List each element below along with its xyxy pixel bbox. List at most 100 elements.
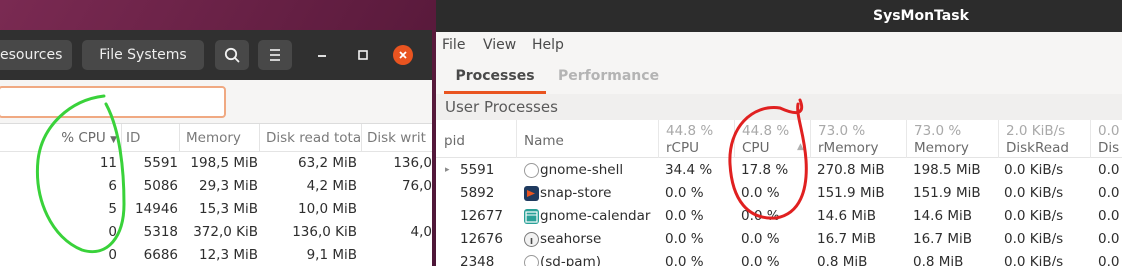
cell-disk-read: 136,0 KiB	[292, 224, 357, 240]
table-row[interactable]: 0 5318 372,0 KiB 136,0 KiB 4,0	[0, 221, 432, 244]
cell-disk-read: 4,2 MiB	[306, 178, 357, 194]
cell-diskread: 0.0 KiB/s	[1004, 231, 1064, 247]
cell-name: seahorse	[540, 231, 602, 247]
cell-cpu: 0	[108, 247, 117, 263]
cell-rcpu: 34.4 %	[665, 162, 713, 178]
cell-name: (sd-pam)	[540, 254, 602, 266]
window-title: SysMonTask	[873, 8, 969, 24]
close-button[interactable]	[393, 45, 413, 65]
minimize-button[interactable]	[312, 45, 332, 65]
cell-diskwrite: 0.0	[1098, 208, 1120, 224]
tab-processes[interactable]: Processes	[444, 58, 546, 94]
seahorse-icon	[524, 232, 539, 247]
process-table-header: pid Name 44.8 % rCPU 44.8 % CPU ▲ 73.0 %…	[436, 120, 1122, 158]
close-icon	[399, 51, 407, 59]
table-row[interactable]: 0 6686 12,3 MiB 9,1 MiB	[0, 244, 432, 266]
cell-disk-read: 10,0 MiB	[297, 201, 357, 217]
title-bar[interactable]: SysMonTask	[436, 0, 1122, 32]
column-diskwrite-total: 0.0	[1098, 123, 1120, 139]
hamburger-menu-icon	[270, 49, 280, 61]
cell-memory: 15,3 MiB	[198, 201, 258, 217]
menu-help[interactable]: Help	[532, 32, 564, 58]
header-bar: esources File Systems	[0, 30, 432, 80]
cell-cpu: 17.8 %	[741, 162, 789, 178]
cell-memory: 198,5 MiB	[190, 155, 258, 171]
column-diskread-label: DiskRead	[1006, 140, 1069, 156]
cell-pid: 5591	[460, 162, 495, 178]
column-rmemory-label: rMemory	[818, 140, 879, 156]
table-row[interactable]: 12676 seahorse 0.0 % 0.0 % 16.7 MiB 16.7…	[436, 228, 1122, 251]
table-row[interactable]: 5892 snap-store 0.0 % 0.0 % 151.9 MiB 15…	[436, 182, 1122, 205]
column-cpu-total: 44.8 %	[742, 123, 790, 139]
tab-file-systems[interactable]: File Systems	[82, 40, 204, 70]
cell-diskwrite: 0.0	[1098, 254, 1120, 266]
column-id[interactable]: ID	[122, 124, 180, 152]
column-pid[interactable]: pid	[436, 120, 516, 158]
cell-disk-write: 136,0	[393, 155, 432, 171]
menu-bar: File View Help	[436, 32, 1122, 58]
expand-arrow-icon[interactable]: ▸	[445, 159, 450, 182]
cell-name: gnome-shell	[540, 162, 624, 178]
column-disk-write[interactable]: Disk writ	[362, 124, 434, 152]
menu-file[interactable]: File	[442, 32, 465, 58]
process-table-header: % CPU ▼ ID Memory Disk read tota Disk wr…	[0, 124, 432, 152]
cell-rcpu: 0.0 %	[665, 231, 704, 247]
column-name[interactable]: Name	[516, 120, 658, 158]
table-row[interactable]: 12677 gnome-calendar 0.0 % 0.0 % 14.6 Mi…	[436, 205, 1122, 228]
search-input[interactable]	[0, 86, 226, 118]
sysmontask-window: SysMonTask File View Help Processes Perf…	[436, 0, 1122, 266]
column-rcpu-label: rCPU	[666, 140, 699, 156]
cell-cpu: 11	[99, 155, 117, 171]
column-disk-read[interactable]: Disk read tota	[260, 124, 362, 152]
cell-cpu: 6	[108, 178, 117, 194]
table-row[interactable]: 6 5086 29,3 MiB 4,2 MiB 76,0	[0, 175, 432, 198]
cell-diskread: 0.0 KiB/s	[1004, 208, 1064, 224]
search-bar	[0, 80, 432, 124]
table-row[interactable]: 5 14946 15,3 MiB 10,0 MiB	[0, 198, 432, 221]
search-button[interactable]	[215, 40, 249, 70]
column-memory[interactable]: Memory	[180, 124, 260, 152]
cell-pid: 12677	[460, 208, 503, 224]
column-cpu[interactable]: % CPU ▼	[0, 124, 122, 152]
column-memory[interactable]: 73.0 % Memory	[906, 120, 998, 158]
main-menu-button[interactable]	[258, 40, 292, 70]
cell-disk-read: 9,1 MiB	[306, 247, 357, 263]
cell-rcpu: 0.0 %	[665, 254, 704, 266]
cell-cpu: 0	[108, 224, 117, 240]
column-cpu[interactable]: 44.8 % CPU ▲	[734, 120, 810, 158]
table-row[interactable]: ▸ 5591 gnome-shell 34.4 % 17.8 % 270.8 M…	[436, 159, 1122, 182]
tab-bar: Processes Performance	[436, 58, 1122, 94]
sort-ascending-icon: ▲	[797, 142, 804, 152]
column-diskwrite-label: Dis	[1098, 140, 1120, 156]
table-row[interactable]: 11 5591 198,5 MiB 63,2 MiB 136,0	[0, 152, 432, 175]
column-memory-total: 73.0 %	[914, 123, 962, 139]
cell-pid: 2348	[460, 254, 495, 266]
calendar-icon	[524, 209, 539, 224]
column-rmemory-total: 73.0 %	[818, 123, 866, 139]
cell-rmemory: 270.8 MiB	[817, 162, 885, 178]
cell-id: 5591	[143, 155, 178, 171]
column-diskwrite[interactable]: 0.0 Dis	[1090, 120, 1122, 158]
menu-view[interactable]: View	[483, 32, 516, 58]
cell-name: snap-store	[540, 185, 612, 201]
table-row[interactable]: 2348 (sd-pam) 0.0 % 0.0 % 0.8 MiB 0.8 Mi…	[436, 251, 1122, 266]
cell-cpu: 5	[108, 201, 117, 217]
tab-resources[interactable]: esources	[0, 40, 72, 70]
cell-memory: 29,3 MiB	[198, 178, 258, 194]
column-rmemory[interactable]: 73.0 % rMemory	[810, 120, 906, 158]
cell-disk-write	[362, 244, 432, 266]
cell-diskread: 0.0 KiB/s	[1004, 254, 1064, 266]
column-diskread[interactable]: 2.0 KiB/s DiskRead	[998, 120, 1090, 158]
column-rcpu[interactable]: 44.8 % rCPU	[658, 120, 734, 158]
cell-pid: 12676	[460, 231, 503, 247]
cell-id: 5086	[143, 178, 178, 194]
cell-disk-write: 76,0	[401, 178, 432, 194]
cell-memory: 16.7 MiB	[913, 231, 973, 247]
tab-performance[interactable]: Performance	[558, 58, 659, 94]
cell-diskwrite: 0.0	[1098, 231, 1120, 247]
cell-cpu: 0.0 %	[741, 185, 780, 201]
maximize-button[interactable]	[353, 45, 373, 65]
cell-pid: 5892	[460, 185, 495, 201]
cell-rcpu: 0.0 %	[665, 208, 704, 224]
cell-memory: 12,3 MiB	[198, 247, 258, 263]
